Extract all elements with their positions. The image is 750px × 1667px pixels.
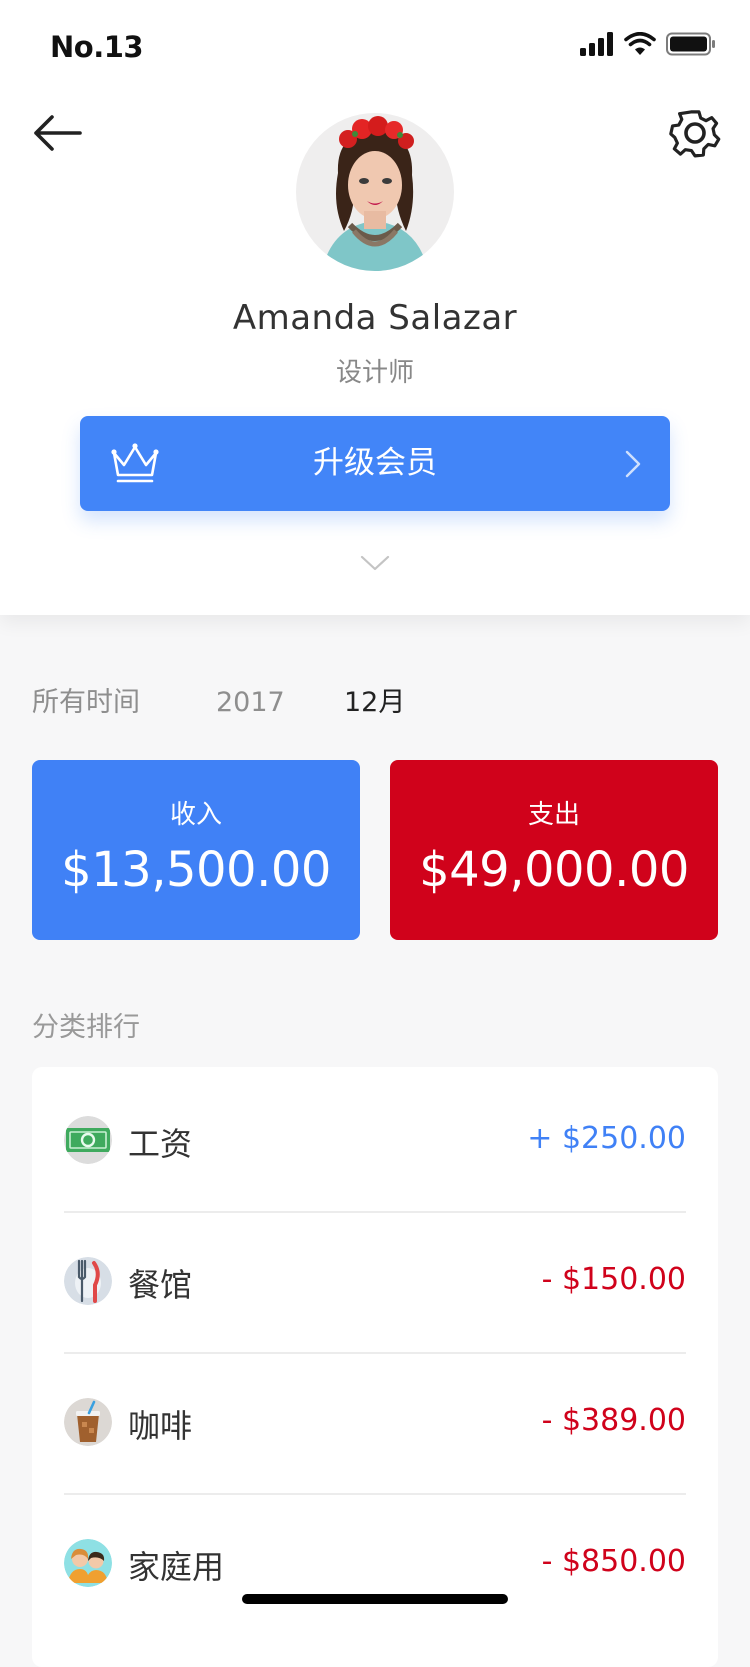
tab-year[interactable]: 2017 bbox=[216, 687, 344, 718]
list-item[interactable]: 家庭用 - $850.00 bbox=[64, 1490, 686, 1636]
tab-all-time[interactable]: 所有时间 bbox=[32, 680, 216, 719]
wifi-icon bbox=[624, 31, 656, 60]
list-item-amount: - $150.00 bbox=[541, 1262, 686, 1297]
list-item-amount: + $250.00 bbox=[527, 1121, 686, 1156]
list-item-amount: - $850.00 bbox=[541, 1544, 686, 1579]
signal-icon bbox=[580, 32, 614, 60]
expense-label: 支出 bbox=[527, 800, 580, 830]
tab-month[interactable]: 12月 bbox=[344, 680, 405, 719]
back-button[interactable] bbox=[28, 108, 88, 158]
status-bar-time: No.13 bbox=[50, 30, 144, 64]
settings-button[interactable] bbox=[666, 104, 724, 162]
expand-chevron-down-icon[interactable] bbox=[360, 554, 390, 576]
home-indicator bbox=[242, 1594, 508, 1604]
upgrade-membership-button[interactable]: 升级会员 bbox=[80, 416, 670, 511]
income-label: 收入 bbox=[169, 800, 222, 830]
expense-summary-card[interactable]: 支出 $49,000.00 bbox=[390, 760, 718, 940]
list-item[interactable]: 咖啡 - $389.00 bbox=[64, 1349, 686, 1495]
gear-icon bbox=[669, 110, 721, 158]
profile-header-panel: No.13 Amanda Salazar 设计师 升级会员 bbox=[0, 0, 750, 615]
list-item-label: 咖啡 bbox=[128, 1407, 193, 1445]
cash-icon bbox=[64, 1116, 112, 1164]
category-ranking-list: 工资 + $250.00 餐馆 - $150.00 咖啡 - $389.00 家… bbox=[32, 1067, 718, 1667]
family-icon bbox=[64, 1539, 112, 1587]
avatar-photo bbox=[296, 113, 454, 271]
list-item-label: 工资 bbox=[128, 1125, 193, 1163]
time-filter-tabs: 所有时间 2017 12月 bbox=[32, 680, 405, 719]
profile-name: Amanda Salazar bbox=[232, 298, 518, 338]
income-summary-card[interactable]: 收入 $13,500.00 bbox=[32, 760, 360, 940]
list-item-label: 餐馆 bbox=[128, 1266, 193, 1304]
utensils-icon bbox=[64, 1257, 112, 1305]
profile-avatar[interactable] bbox=[296, 113, 454, 271]
profile-role: 设计师 bbox=[335, 358, 414, 388]
category-ranking-title: 分类排行 bbox=[32, 1012, 140, 1043]
list-item[interactable]: 工资 + $250.00 bbox=[64, 1067, 686, 1213]
list-item-label: 家庭用 bbox=[128, 1548, 225, 1586]
coffee-icon bbox=[64, 1398, 112, 1446]
battery-icon bbox=[666, 32, 716, 60]
list-item[interactable]: 餐馆 - $150.00 bbox=[64, 1208, 686, 1354]
status-bar-icons bbox=[580, 31, 716, 60]
upgrade-label: 升级会员 bbox=[313, 445, 437, 481]
arrow-left-icon bbox=[34, 115, 82, 151]
list-item-amount: - $389.00 bbox=[541, 1403, 686, 1438]
chevron-right-icon bbox=[624, 449, 642, 483]
expense-value: $49,000.00 bbox=[419, 842, 689, 898]
income-value: $13,500.00 bbox=[61, 842, 331, 898]
